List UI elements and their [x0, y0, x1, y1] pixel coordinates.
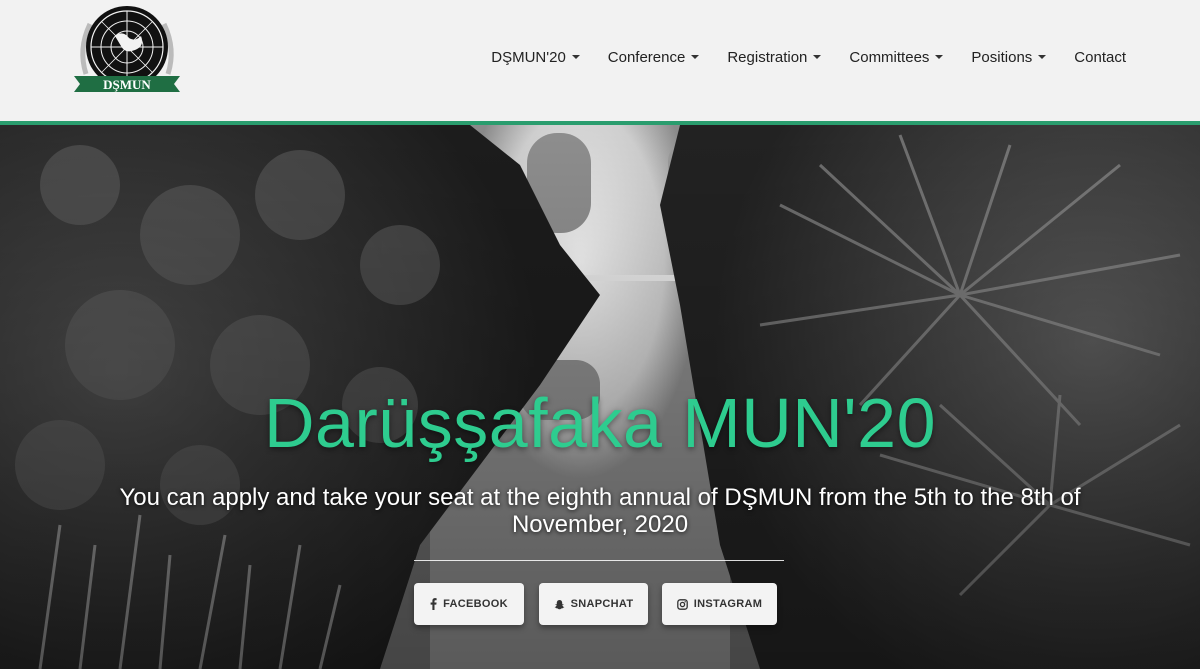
nav-positions[interactable]: Positions [957, 40, 1060, 74]
chevron-down-icon [571, 55, 580, 59]
nav-registration[interactable]: Registration [713, 40, 835, 74]
nav-conference[interactable]: Conference [594, 40, 714, 74]
nav-registration-label: Registration [727, 48, 808, 66]
social-buttons: FACEBOOK SNAPCHAT INSTAGRAM [0, 583, 1200, 625]
facebook-icon [430, 598, 437, 610]
hero-divider [414, 560, 784, 561]
top-navbar: DŞMUN DŞMUN'20 Conference Registration C… [0, 0, 1200, 125]
snapchat-icon [554, 599, 565, 610]
dsmun-logo[interactable]: DŞMUN [70, 4, 184, 104]
hero-section: Darüşşafaka MUN'20 You can apply and tak… [0, 125, 1200, 669]
chevron-down-icon [691, 55, 700, 59]
nav-dsmun20-label: DŞMUN'20 [491, 48, 566, 66]
un-emblem-icon: DŞMUN [74, 6, 180, 92]
snapchat-button[interactable]: SNAPCHAT [539, 583, 648, 625]
chevron-down-icon [1038, 55, 1047, 59]
main-nav: DŞMUN'20 Conference Registration Committ… [477, 40, 1140, 74]
facebook-label: FACEBOOK [443, 598, 508, 610]
snapchat-label: SNAPCHAT [570, 598, 634, 610]
instagram-button[interactable]: INSTAGRAM [662, 583, 777, 625]
nav-committees-label: Committees [849, 48, 930, 66]
nav-dsmun20[interactable]: DŞMUN'20 [477, 40, 594, 74]
logo-text: DŞMUN [103, 77, 151, 92]
nav-contact[interactable]: Contact [1060, 40, 1140, 74]
nav-conference-label: Conference [607, 48, 686, 66]
instagram-label: INSTAGRAM [693, 598, 763, 610]
nav-committees[interactable]: Committees [835, 40, 957, 74]
facebook-button[interactable]: FACEBOOK [414, 583, 524, 625]
instagram-icon [676, 598, 688, 610]
hero-title: Darüşşafaka MUN'20 [263, 384, 937, 462]
chevron-down-icon [813, 55, 822, 59]
nav-positions-label: Positions [971, 48, 1033, 66]
chevron-down-icon [935, 55, 944, 59]
hero-subtitle: You can apply and take your seat at the … [119, 484, 1081, 538]
nav-contact-label: Contact [1074, 48, 1126, 66]
